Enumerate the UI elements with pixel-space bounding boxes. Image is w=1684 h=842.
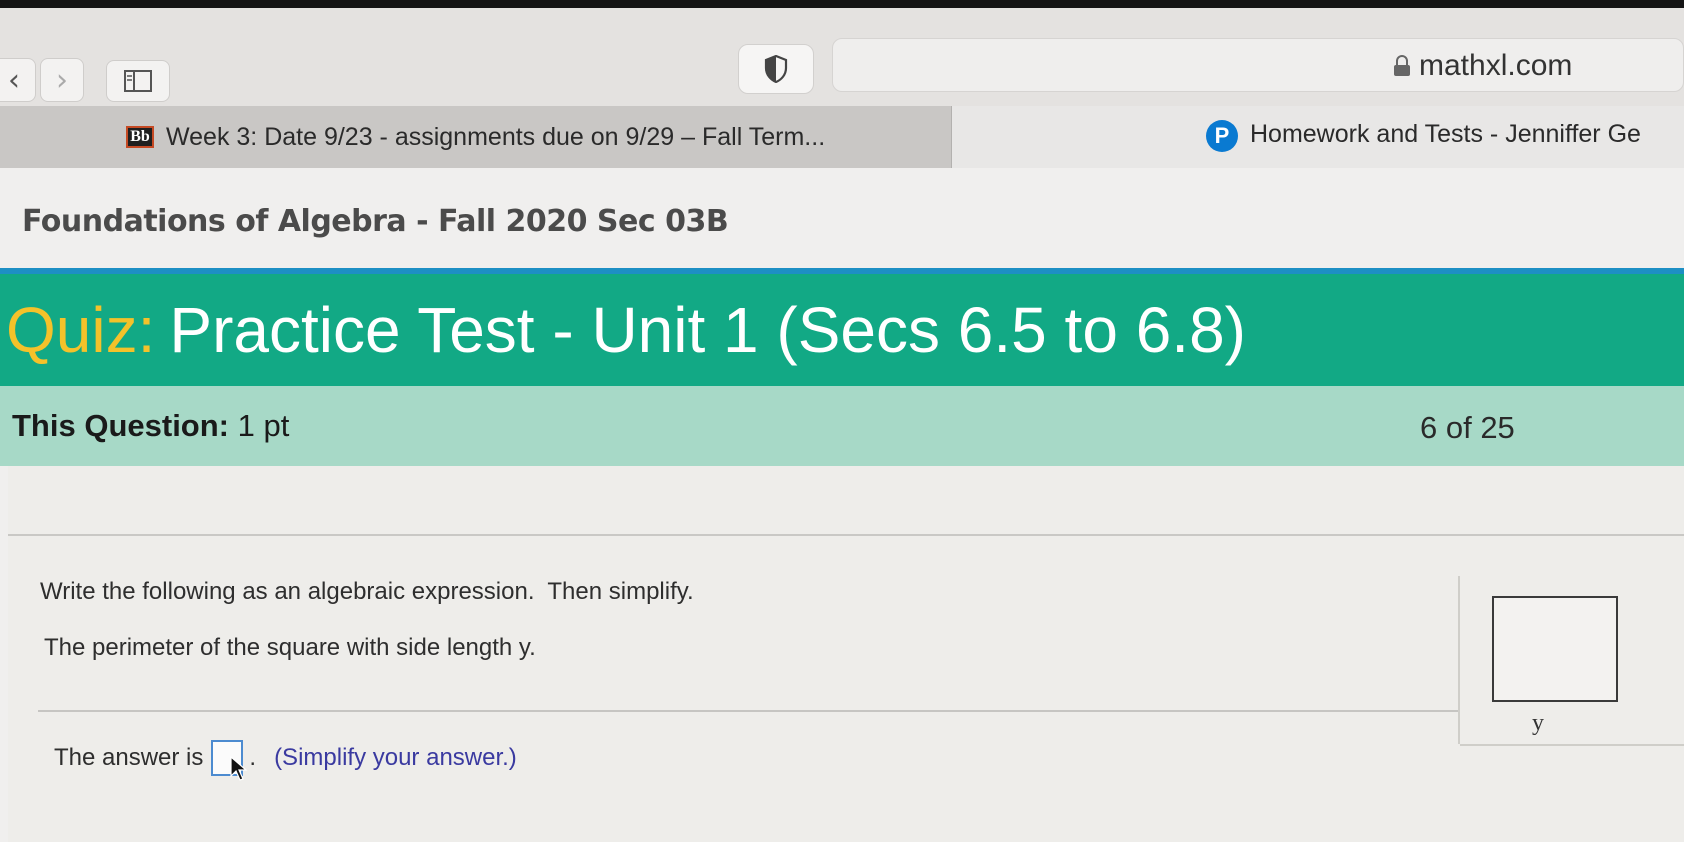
question-info-bar: This Question: 1 pt 6 of 25 [0,386,1684,466]
divider [38,710,1458,712]
blackboard-icon: Bb [126,126,154,148]
question-points: This Question: 1 pt [12,408,289,444]
question-label: This Question: [12,408,229,443]
address-bar[interactable]: mathxl.com [832,38,1684,92]
divider [1460,744,1684,746]
chevron-right-icon: › [56,62,68,98]
answer-period: . [249,744,257,771]
side-length-label: y [1532,710,1544,736]
points-value: 1 pt [237,408,290,443]
browser-toolbar: ‹ › mathxl.com [0,8,1684,106]
privacy-report-button[interactable] [738,44,814,94]
tab-label: Week 3: Date 9/23 - assignments due on 9… [166,122,826,151]
tab-bar: Bb Week 3: Date 9/23 - assignments due o… [0,106,1684,168]
back-button[interactable]: ‹ [0,58,36,102]
mouse-pointer-icon [230,756,248,781]
chevron-left-icon: ‹ [8,62,20,98]
answer-hint: (Simplify your answer.) [274,744,517,771]
question-instruction: Write the following as an algebraic expr… [40,578,694,605]
square-figure [1492,596,1618,702]
pearson-icon: P [1206,120,1238,152]
answer-prefix: The answer is [54,744,204,771]
sidebar-toggle-button[interactable] [106,60,170,102]
question-problem: The perimeter of the square with side le… [44,634,536,661]
quiz-label: Quiz: [6,294,156,366]
course-title: Foundations of Algebra - Fall 2020 Sec 0… [22,204,729,239]
quiz-banner: Quiz: Practice Test - Unit 1 (Secs 6.5 t… [0,274,1684,386]
page-content: Foundations of Algebra - Fall 2020 Sec 0… [0,168,1684,842]
question-area: Write the following as an algebraic expr… [8,466,1684,842]
figure-divider [1458,576,1460,744]
shield-icon [764,55,788,83]
forward-button[interactable]: › [40,58,84,102]
quiz-title: Practice Test - Unit 1 (Secs 6.5 to 6.8) [169,294,1246,366]
lock-icon [1394,55,1410,76]
answer-row: The answer is . (Simplify your answer.) [54,740,517,776]
question-progress: 6 of 25 [1420,410,1515,445]
tab-blackboard[interactable]: Bb Week 3: Date 9/23 - assignments due o… [0,106,952,168]
url-text: mathxl.com [1419,49,1573,82]
tab-label: Homework and Tests - Jenniffer Ge [1250,120,1641,148]
divider [8,534,1684,536]
sidebar-icon [124,70,152,92]
tab-homework-and-tests[interactable]: P Homework and Tests - Jenniffer Ge [952,106,1684,168]
